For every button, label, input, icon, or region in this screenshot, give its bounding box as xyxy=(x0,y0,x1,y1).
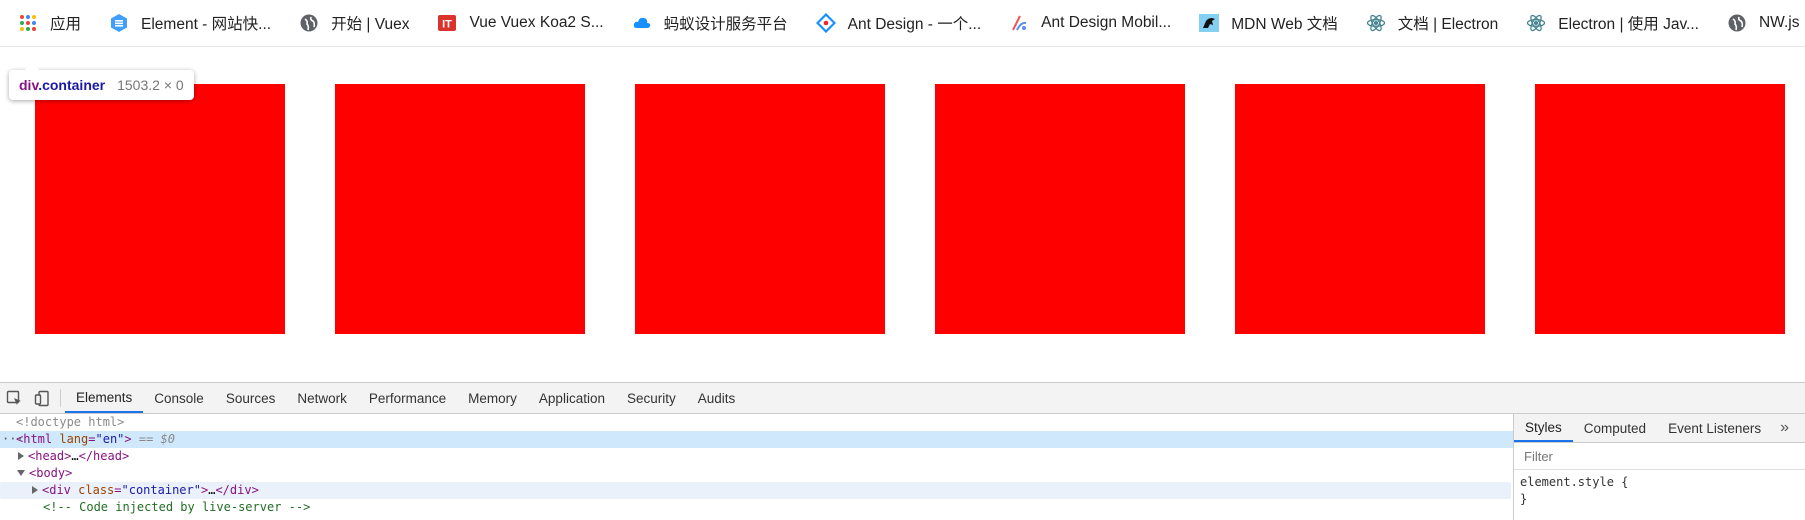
html-tag-close: > xyxy=(124,432,132,446)
tab-event-listeners[interactable]: Event Listeners xyxy=(1657,414,1772,442)
styles-filter-bar xyxy=(1514,443,1805,470)
dom-node-body[interactable]: <body> xyxy=(0,465,1513,482)
rule-close: } xyxy=(1520,492,1528,506)
globe-icon xyxy=(1727,13,1747,33)
bookmark-ant-service[interactable]: 蚂蚁设计服务平台 xyxy=(632,12,788,34)
device-toolbar-icon[interactable] xyxy=(28,383,56,413)
cloud-icon xyxy=(632,13,652,33)
styles-filter-input[interactable] xyxy=(1522,447,1756,465)
it-logo-icon: IT xyxy=(437,13,457,33)
doctype-text: <!doctype html> xyxy=(16,415,125,429)
tooltip-class: .container xyxy=(38,77,106,93)
tab-console[interactable]: Console xyxy=(143,383,215,413)
bookmark-apps[interactable]: 应用 xyxy=(18,12,81,34)
apps-grid-icon xyxy=(18,13,38,33)
html-attr-value: "en" xyxy=(95,432,125,446)
svg-text:IT: IT xyxy=(443,19,453,31)
bookmark-label: Vue Vuex Koa2 S... xyxy=(469,14,604,31)
bookmark-label: 开始 | Vuex xyxy=(331,16,410,33)
tab-computed[interactable]: Computed xyxy=(1573,414,1657,442)
div-attr-value: "container" xyxy=(121,483,201,497)
head-close: </head> xyxy=(78,449,130,463)
bookmark-label: Ant Design - 一个... xyxy=(847,16,982,33)
dom-node-doctype[interactable]: <!doctype html> xyxy=(0,414,1513,431)
bookmark-label: Electron | 使用 Jav... xyxy=(1558,16,1699,33)
ellipsis-menu-icon[interactable]: ··· xyxy=(2,431,24,448)
styles-sidebar: Styles Computed Event Listeners » elemen… xyxy=(1513,414,1805,520)
bookmark-label: 文档 | Electron xyxy=(1397,16,1499,33)
red-box xyxy=(335,84,585,334)
body-open: <body> xyxy=(29,466,73,480)
tab-styles[interactable]: Styles xyxy=(1514,414,1573,442)
inspect-tooltip: div.container 1503.2 × 0 xyxy=(9,63,194,100)
bookmark-electron-js[interactable]: Electron | 使用 Jav... xyxy=(1526,12,1699,34)
red-box xyxy=(935,84,1185,334)
bookmark-nwjs[interactable]: NW.js xyxy=(1727,13,1799,33)
element-style-rule[interactable]: element.style { } xyxy=(1514,470,1805,512)
collapse-triangle-icon[interactable] xyxy=(17,469,25,476)
red-box xyxy=(1235,84,1485,334)
bookmark-label: NW.js xyxy=(1758,14,1800,31)
electron-icon xyxy=(1526,13,1546,33)
div-close: </div> xyxy=(215,483,259,497)
red-box xyxy=(1535,84,1785,334)
devtools-toolbar: Elements Console Sources Network Perform… xyxy=(0,383,1805,414)
devtools-body: <!doctype html> ··· <html lang="en"> == … xyxy=(0,414,1805,520)
mdn-dino-icon xyxy=(1199,13,1220,33)
bookmark-label: MDN Web 文档 xyxy=(1231,16,1338,33)
dom-node-div-container[interactable]: <div class="container">…</div> xyxy=(0,482,1511,499)
dom-node-comment[interactable]: <!-- Code injected by live-server --> xyxy=(0,499,1513,516)
ant-design-icon xyxy=(815,13,836,33)
page-viewport: div.container 1503.2 × 0 xyxy=(0,48,1805,382)
tooltip-selector: div.container xyxy=(19,77,105,93)
tab-performance[interactable]: Performance xyxy=(358,383,457,413)
rule-selector: element.style { xyxy=(1520,475,1629,489)
electron-icon xyxy=(1366,13,1386,33)
head-ellipsis: … xyxy=(71,449,79,463)
bookmark-vuex[interactable]: 开始 | Vuex xyxy=(299,12,409,34)
inspect-element-icon[interactable] xyxy=(0,383,28,413)
tab-elements[interactable]: Elements xyxy=(65,383,144,413)
element-hexagon-icon xyxy=(109,13,129,33)
bookmark-mdn[interactable]: MDN Web 文档 xyxy=(1199,12,1338,34)
tab-sources[interactable]: Sources xyxy=(215,383,287,413)
globe-icon xyxy=(299,13,319,33)
expand-triangle-icon[interactable] xyxy=(32,485,38,494)
bookmark-ant-mobile[interactable]: Ant Design Mobil... xyxy=(1009,13,1171,33)
red-box xyxy=(35,84,285,334)
expand-triangle-icon[interactable] xyxy=(18,451,24,460)
tab-audits[interactable]: Audits xyxy=(687,383,747,413)
bookmark-vue-koa[interactable]: IT Vue Vuex Koa2 S... xyxy=(437,13,604,33)
tab-security[interactable]: Security xyxy=(616,383,687,413)
tooltip-size: 1503.2 × 0 xyxy=(117,77,184,93)
bookmark-electron-docs[interactable]: 文档 | Electron xyxy=(1366,12,1499,34)
bookmark-ant-design[interactable]: Ant Design - 一个... xyxy=(815,12,982,34)
styles-tabs: Styles Computed Event Listeners » xyxy=(1514,414,1805,443)
red-box xyxy=(635,84,885,334)
head-open: <head> xyxy=(28,449,72,463)
div-open: <div xyxy=(42,483,71,497)
tab-application[interactable]: Application xyxy=(528,383,616,413)
tab-network[interactable]: Network xyxy=(286,383,358,413)
devtools-panel: Elements Console Sources Network Perform… xyxy=(0,382,1805,520)
more-tabs-chevron-icon[interactable]: » xyxy=(1772,414,1797,442)
bookmark-label: Ant Design Mobil... xyxy=(1041,14,1172,31)
bookmark-label: 应用 xyxy=(50,16,82,33)
elements-tree: <!doctype html> ··· <html lang="en"> == … xyxy=(0,414,1513,520)
dom-node-html[interactable]: ··· <html lang="en"> == $0 xyxy=(0,431,1513,448)
tooltip-tag: div xyxy=(19,77,39,93)
toolbar-divider xyxy=(60,389,61,407)
comment-text: <!-- Code injected by live-server --> xyxy=(43,500,311,514)
bookmark-element[interactable]: Element - 网站快... xyxy=(109,12,271,34)
div-attr: class xyxy=(78,483,115,497)
bookmark-label: 蚂蚁设计服务平台 xyxy=(663,16,788,33)
html-attr: lang xyxy=(59,432,89,446)
ant-mobile-icon xyxy=(1009,13,1029,33)
bookmarks-bar: 应用 Element - 网站快... 开始 | Vuex IT Vue Vue… xyxy=(0,0,1805,47)
tab-memory[interactable]: Memory xyxy=(457,383,528,413)
selected-ref: == $0 xyxy=(138,432,175,446)
dom-node-head[interactable]: <head>…</head> xyxy=(0,448,1513,465)
bookmark-label: Element - 网站快... xyxy=(141,16,272,33)
